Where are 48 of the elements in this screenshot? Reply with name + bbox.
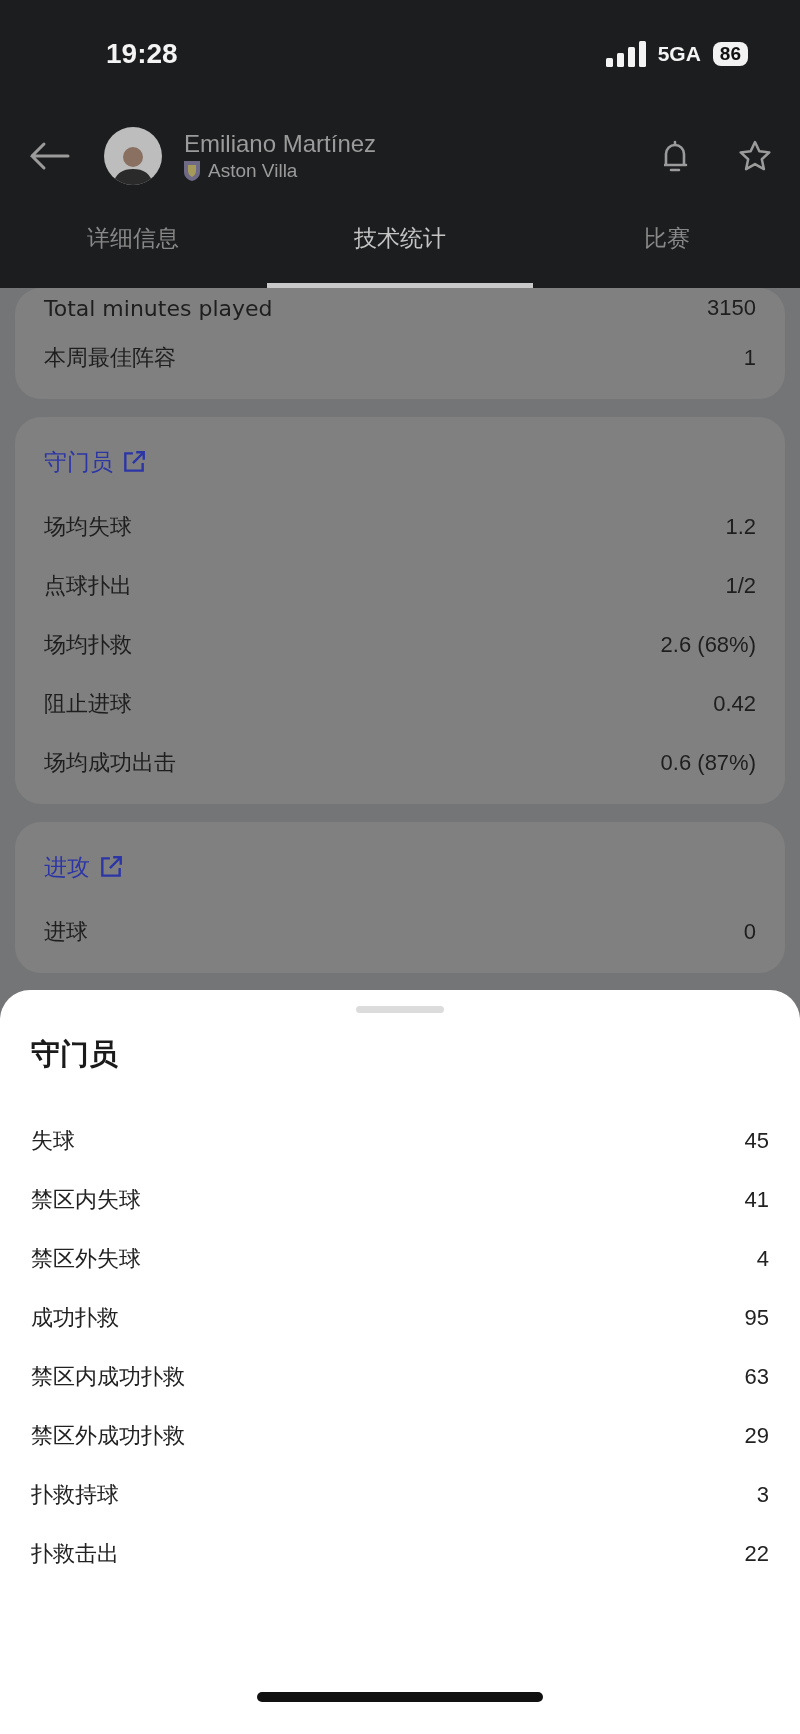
status-time: 19:28	[106, 38, 178, 70]
stat-label: 禁区内成功扑救	[31, 1362, 185, 1391]
stat-value: 3150	[707, 295, 756, 321]
stat-value: 0	[743, 918, 756, 945]
stat-value: 0.6 (87%)	[660, 749, 756, 776]
section-link[interactable]: 进攻	[44, 842, 124, 892]
stat-label: 点球扑出	[44, 571, 132, 600]
stat-label: Total minutes played	[44, 295, 273, 321]
battery-level: 86	[712, 42, 748, 66]
network-type: 5GA	[657, 42, 701, 66]
player-name: Emiliano Martínez	[184, 130, 378, 158]
avatar	[104, 127, 162, 185]
stat-value: 1	[743, 344, 756, 371]
stat-value: 41	[744, 1186, 769, 1213]
stat-label: 禁区外成功扑救	[31, 1421, 185, 1450]
stat-value: 2.6 (68%)	[660, 631, 756, 658]
signal-icon	[605, 41, 646, 67]
tab[interactable]: 比赛	[533, 204, 800, 288]
tab[interactable]: 详细信息	[0, 204, 267, 288]
stat-label: 本周最佳阵容	[44, 343, 176, 372]
stat-value: 29	[744, 1422, 769, 1449]
stat-label: 禁区内失球	[31, 1185, 141, 1214]
stat-value: 95	[744, 1304, 769, 1331]
stat-label: 场均成功出击	[44, 748, 176, 777]
stat-label: 禁区外失球	[31, 1244, 141, 1273]
stat-value: 0.42	[713, 690, 756, 717]
stat-label: 场均失球	[44, 512, 132, 541]
stat-label: 场均扑救	[44, 630, 132, 659]
stat-label: 失球	[31, 1126, 75, 1155]
stat-label: 扑救击出	[31, 1539, 119, 1568]
sheet-handle[interactable]	[356, 1006, 444, 1013]
stat-value: 3	[756, 1481, 769, 1508]
external-link-icon	[121, 449, 147, 475]
club-crest-icon	[184, 161, 200, 181]
sheet-title: 守门员	[31, 1036, 119, 1073]
stat-value: 63	[744, 1363, 769, 1390]
stat-label: 阻止进球	[44, 689, 132, 718]
stat-value: 22	[744, 1540, 769, 1567]
stat-label: 进球	[44, 917, 88, 946]
stat-label: 成功扑救	[31, 1303, 119, 1332]
section-link[interactable]: 守门员	[44, 437, 147, 487]
stat-value: 45	[744, 1127, 769, 1154]
external-link-icon	[98, 854, 124, 880]
stat-value: 1/2	[725, 572, 756, 599]
stat-value: 1.2	[725, 513, 756, 540]
stat-value: 4	[756, 1245, 769, 1272]
stat-label: 扑救持球	[31, 1480, 119, 1509]
team-name: Aston Villa	[208, 160, 298, 182]
